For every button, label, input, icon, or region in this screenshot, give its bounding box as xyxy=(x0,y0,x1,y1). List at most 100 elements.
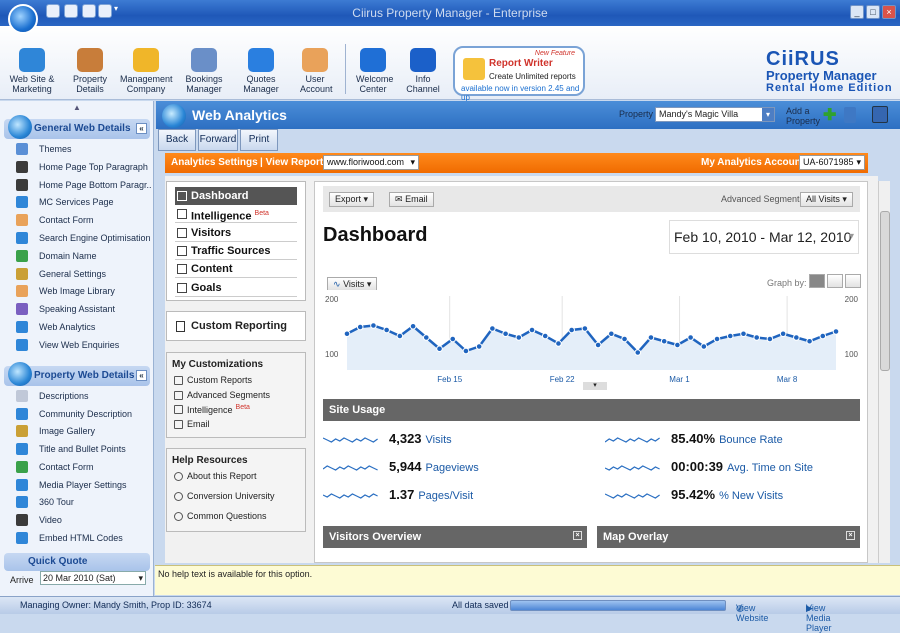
metric-label[interactable]: Bounce Rate xyxy=(719,434,783,446)
sidebar-item-2[interactable]: Home Page Bottom Paragr... xyxy=(14,178,152,192)
visits-point[interactable] xyxy=(713,335,721,343)
visits-point[interactable] xyxy=(687,334,694,341)
sidebar-item-4[interactable]: Contact Form xyxy=(14,213,152,227)
sidebar-property-item-1[interactable]: Community Description xyxy=(14,407,152,421)
metric-label[interactable]: % New Visits xyxy=(719,490,783,502)
visits-point[interactable] xyxy=(528,326,536,334)
report-nav-content[interactable]: Content xyxy=(175,260,297,279)
print-button[interactable]: Print xyxy=(240,129,278,151)
visits-point[interactable] xyxy=(581,325,589,332)
visits-point[interactable] xyxy=(436,345,443,353)
my-custom-item-3[interactable]: Email xyxy=(174,419,210,429)
sidebar-item-9[interactable]: Speaking Assistant xyxy=(14,302,152,316)
app-logo-icon[interactable] xyxy=(8,4,38,34)
trash-icon[interactable] xyxy=(844,107,856,123)
sidebar-item-6[interactable]: Domain Name xyxy=(14,249,152,263)
visits-point[interactable] xyxy=(462,347,470,355)
toolbar-item-2[interactable]: Management Company xyxy=(120,48,173,94)
visits-point[interactable] xyxy=(489,325,496,332)
property-select[interactable]: Mandy's Magic Villa ▾ xyxy=(655,107,775,122)
visits-point[interactable] xyxy=(740,330,747,338)
maximize-button[interactable]: □ xyxy=(866,5,880,19)
sidebar-item-8[interactable]: Web Image Library xyxy=(14,284,152,298)
collapse-section-icon[interactable]: « xyxy=(136,123,147,134)
my-custom-item-2[interactable]: Intelligence Beta xyxy=(174,404,250,415)
visits-point[interactable] xyxy=(700,343,708,350)
metric-label[interactable]: Pages/Visit xyxy=(418,490,473,502)
visits-point[interactable] xyxy=(383,326,390,334)
visits-point[interactable] xyxy=(766,335,774,343)
visits-point[interactable] xyxy=(422,334,430,341)
metric-label[interactable]: Pageviews xyxy=(426,462,479,474)
visits-point[interactable] xyxy=(555,340,562,347)
sidebar-property-item-7[interactable]: Video xyxy=(14,513,152,527)
graph-by-week-button[interactable] xyxy=(827,274,843,288)
visits-point[interactable] xyxy=(674,341,681,349)
sidebar-item-5[interactable]: Search Engine Optimisation xyxy=(14,231,152,245)
sidebar-item-1[interactable]: Home Page Top Paragraph xyxy=(14,160,152,174)
report-nav-dashboard[interactable]: Dashboard xyxy=(175,187,297,205)
visits-point[interactable] xyxy=(568,326,575,334)
visits-point[interactable] xyxy=(475,343,483,350)
toolbar-item-5[interactable]: User Account xyxy=(300,48,333,94)
visits-point[interactable] xyxy=(621,335,628,343)
visits-point[interactable] xyxy=(819,332,827,340)
visits-point[interactable] xyxy=(449,335,457,343)
visits-point[interactable] xyxy=(779,330,787,338)
help-item-1[interactable]: Conversion University xyxy=(174,491,275,501)
site-select[interactable]: www.floriwood.com ▾ xyxy=(323,155,419,170)
sidebar-item-11[interactable]: View Web Enquiries xyxy=(14,338,152,352)
sidebar-item-7[interactable]: General Settings xyxy=(14,267,152,281)
visits-point[interactable] xyxy=(726,332,734,340)
toolbar-item-6[interactable]: Welcome Center xyxy=(356,48,393,94)
close-panel-icon[interactable]: × xyxy=(846,531,855,540)
visits-point[interactable] xyxy=(832,328,840,335)
my-custom-item-0[interactable]: Custom Reports xyxy=(174,375,252,385)
arrive-date-select[interactable]: 20 Mar 2010 (Sat) ▾ xyxy=(40,571,146,585)
date-range-picker[interactable]: Feb 10, 2010 - Mar 12, 2010 ▾ xyxy=(669,220,859,254)
section-property-web-details[interactable]: Property Web Details « xyxy=(4,362,150,386)
graph-by-month-button[interactable] xyxy=(845,274,861,288)
visits-point[interactable] xyxy=(793,334,800,341)
add-property-button[interactable]: Add a Property xyxy=(786,106,820,126)
minimize-button[interactable]: _ xyxy=(850,5,864,19)
help-item-2[interactable]: Common Questions xyxy=(174,511,267,521)
sidebar-property-item-2[interactable]: Image Gallery xyxy=(14,424,152,438)
sidebar-item-0[interactable]: Themes xyxy=(14,142,152,156)
visits-point[interactable] xyxy=(409,322,417,330)
help-item-0[interactable]: About this Report xyxy=(174,471,257,481)
sidebar-property-item-8[interactable]: Embed HTML Codes xyxy=(14,531,152,545)
visits-metric-select[interactable]: ∿ Visits ▾ xyxy=(327,277,378,291)
visits-point[interactable] xyxy=(502,330,509,338)
email-button[interactable]: ✉ Email xyxy=(389,192,434,207)
collapse-section-icon[interactable]: « xyxy=(136,370,147,381)
visits-point[interactable] xyxy=(608,330,615,338)
visits-point[interactable] xyxy=(515,334,523,341)
toolbar-item-0[interactable]: Web Site & Marketing xyxy=(8,48,56,94)
toolbar-item-4[interactable]: Quotes Manager xyxy=(242,48,280,94)
analytics-settings-link[interactable]: Analytics Settings xyxy=(171,157,258,168)
my-custom-item-1[interactable]: Advanced Segments xyxy=(174,390,270,400)
close-panel-icon[interactable]: × xyxy=(573,531,582,540)
scrollbar-thumb[interactable] xyxy=(880,211,890,371)
forward-button[interactable]: Forward xyxy=(198,129,238,151)
metric-label[interactable]: Avg. Time on Site xyxy=(727,462,813,474)
visits-point[interactable] xyxy=(647,334,655,341)
back-button[interactable]: Back xyxy=(158,129,196,151)
sidebar-property-item-6[interactable]: 360 Tour xyxy=(14,495,152,509)
graph-by-day-button[interactable] xyxy=(809,274,825,288)
visits-point[interactable] xyxy=(356,323,364,331)
visits-point[interactable] xyxy=(541,332,549,340)
sidebar-property-item-0[interactable]: Descriptions xyxy=(14,389,152,403)
quick-quote-header[interactable]: Quick Quote xyxy=(4,553,150,571)
close-button[interactable]: × xyxy=(882,5,896,19)
visits-point[interactable] xyxy=(396,332,404,340)
metric-label[interactable]: Visits xyxy=(426,434,452,446)
sidebar-property-item-3[interactable]: Title and Bullet Points xyxy=(14,442,152,456)
sidebar-property-item-4[interactable]: Contact Form xyxy=(14,460,152,474)
sidebar-item-10[interactable]: Web Analytics xyxy=(14,320,152,334)
report-nav-traffic-sources[interactable]: Traffic Sources xyxy=(175,242,297,260)
visits-point[interactable] xyxy=(343,330,351,338)
report-nav-goals[interactable]: Goals xyxy=(175,279,297,297)
dashboard-scrollbar[interactable] xyxy=(878,181,890,563)
